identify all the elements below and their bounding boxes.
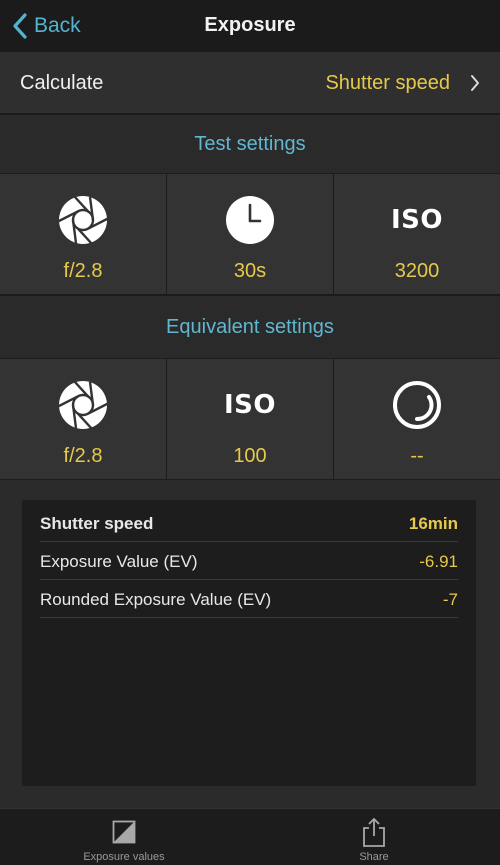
calculate-value: Shutter speed: [325, 72, 450, 94]
test-aperture-cell[interactable]: f/2.8: [0, 174, 166, 294]
tab-share[interactable]: Share: [294, 817, 454, 863]
result-label: Exposure Value (EV): [40, 552, 198, 571]
test-settings-header: Test settings: [0, 115, 500, 173]
equiv-shutter-cell[interactable]: --: [333, 359, 500, 479]
test-shutter-cell[interactable]: 30s: [166, 174, 333, 294]
clock-icon: [224, 194, 276, 246]
aperture-icon: [57, 379, 109, 431]
test-aperture-value: f/2.8: [63, 260, 103, 282]
equivalent-settings-header: Equivalent settings: [0, 296, 500, 358]
share-icon: [294, 817, 454, 847]
page-title: Exposure: [204, 14, 296, 36]
exposure-values-icon: [44, 817, 204, 847]
result-value: 16min: [408, 514, 458, 533]
result-label: Rounded Exposure Value (EV): [40, 590, 272, 609]
result-value: -7: [442, 590, 458, 609]
test-iso-value: 3200: [394, 260, 440, 282]
equiv-aperture-cell[interactable]: f/2.8: [0, 359, 166, 479]
equivalent-settings-title: Equivalent settings: [166, 316, 334, 338]
equiv-iso-value: 100: [233, 445, 267, 467]
test-shutter-value: 30s: [233, 260, 267, 282]
aperture-icon: [57, 194, 109, 246]
equiv-shutter-value: --: [410, 445, 424, 467]
tab-exposure-values[interactable]: Exposure values: [44, 817, 204, 863]
tab-bar: Exposure values Share: [0, 808, 500, 865]
tab-label: Share: [359, 851, 389, 863]
equiv-iso-cell[interactable]: ISO 100: [166, 359, 333, 479]
test-settings-grid: f/2.8 30s ISO 3200: [0, 173, 500, 295]
iso-icon-text: ISO: [391, 205, 444, 235]
calculate-row[interactable]: Calculate Shutter speed: [0, 52, 500, 114]
results-panel: Shutter speed 16min Exposure Value (EV) …: [22, 500, 476, 786]
test-iso-cell[interactable]: ISO 3200: [333, 174, 500, 294]
navigation-bar: Back Exposure: [0, 0, 500, 52]
result-row-ev: Exposure Value (EV) -6.91: [40, 542, 458, 580]
tab-label: Exposure values: [83, 851, 165, 863]
result-row-rounded-ev: Rounded Exposure Value (EV) -7: [40, 580, 458, 618]
equivalent-settings-grid: f/2.8 ISO 100 --: [0, 358, 500, 480]
equiv-aperture-value: f/2.8: [63, 445, 103, 467]
iso-icon: ISO: [391, 194, 443, 246]
shutter-dial-icon: [391, 379, 443, 431]
result-label: Shutter speed: [40, 514, 154, 533]
result-row-shutter-speed: Shutter speed 16min: [40, 504, 458, 542]
calculate-label: Calculate: [20, 72, 104, 94]
iso-icon: ISO: [224, 379, 276, 431]
result-value: -6.91: [419, 552, 458, 571]
iso-icon-text: ISO: [224, 390, 277, 420]
chevron-right-icon: [471, 75, 479, 91]
test-settings-title: Test settings: [194, 133, 306, 155]
